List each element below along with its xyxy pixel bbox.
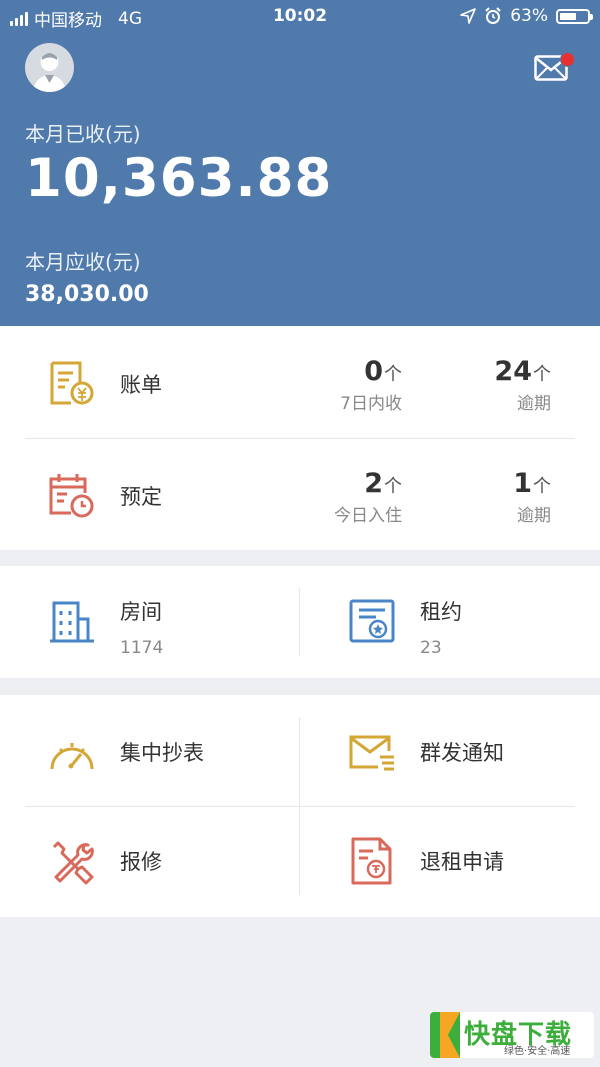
rooms-count: 1174 xyxy=(120,638,164,658)
rooms-title: 房间 xyxy=(120,600,162,624)
location-arrow-icon xyxy=(460,8,477,24)
bill-overdue-stat[interactable]: 24个 逾期 xyxy=(494,356,551,414)
booking-title: 预定 xyxy=(120,485,162,509)
alarm-icon xyxy=(485,7,501,24)
received-label: 本月已收(元) xyxy=(25,122,141,146)
gauge-icon xyxy=(50,743,94,770)
stat-value: 1 xyxy=(513,468,532,499)
checkout-request-cell[interactable]: 退租申请 xyxy=(300,806,600,917)
booking-checkin-today-stat[interactable]: 2个 今日入住 xyxy=(334,468,402,526)
bill-due-7days-stat[interactable]: 0个 7日内收 xyxy=(340,356,402,414)
stat-caption: 逾期 xyxy=(517,394,551,414)
document-stamp-icon xyxy=(351,837,392,885)
stat-caption: 7日内收 xyxy=(340,394,402,414)
meter-reading-cell[interactable]: 集中抄表 xyxy=(0,695,300,806)
status-bar: 中国移动 4G 10:02 63% xyxy=(0,0,600,34)
stat-unit: 个 xyxy=(533,364,551,385)
repair-title: 报修 xyxy=(120,850,162,874)
mass-notify-title: 群发通知 xyxy=(420,741,504,765)
user-avatar[interactable] xyxy=(25,43,74,92)
received-amount: 10,363.88 xyxy=(25,148,333,209)
stat-value: 2 xyxy=(364,468,383,499)
tools-card: 集中抄表 群发通知 报修 退租申请 xyxy=(0,695,600,917)
tools-wrench-icon xyxy=(52,841,94,885)
leases-cell[interactable]: 租约 23 xyxy=(300,566,600,677)
stat-caption: 逾期 xyxy=(517,506,551,526)
receivable-amount: 38,030.00 xyxy=(25,282,149,307)
battery-icon xyxy=(556,8,593,24)
leases-title: 租约 xyxy=(420,600,462,624)
assets-card: 房间 1174 租约 23 xyxy=(0,566,600,678)
stat-value: 0 xyxy=(364,356,383,387)
booking-row[interactable]: 预定 2个 今日入住 1个 逾期 xyxy=(0,438,600,550)
contract-seal-icon xyxy=(349,599,395,643)
meter-reading-title: 集中抄表 xyxy=(120,741,204,765)
unread-badge xyxy=(560,52,575,67)
battery-percent: 63% xyxy=(510,6,548,26)
mass-notify-cell[interactable]: 群发通知 xyxy=(300,695,600,806)
stat-unit: 个 xyxy=(384,364,402,385)
header-panel: 中国移动 4G 10:02 63% 本月已收(元) 10,363.88 本月应收… xyxy=(0,0,600,326)
bill-icon xyxy=(50,361,94,405)
stat-value: 24 xyxy=(494,356,532,387)
rooms-cell[interactable]: 房间 1174 xyxy=(0,566,300,677)
calendar-clock-icon xyxy=(49,474,94,518)
receivable-label: 本月应收(元) xyxy=(25,250,141,274)
watermark-tagline: 绿色·安全·高速 xyxy=(504,1046,571,1057)
booking-overdue-stat[interactable]: 1个 逾期 xyxy=(513,468,551,526)
stat-unit: 个 xyxy=(384,476,402,497)
bill-title: 账单 xyxy=(120,373,162,397)
avatar-person-icon xyxy=(33,53,66,92)
repair-cell[interactable]: 报修 xyxy=(0,806,300,917)
leases-count: 23 xyxy=(420,638,442,658)
stat-caption: 今日入住 xyxy=(334,506,402,526)
summary-card: 账单 0个 7日内收 24个 逾期 预定 2个 今日入住 1个 逾期 xyxy=(0,326,600,550)
site-watermark: 快盘下载 绿色·安全·高速 xyxy=(430,1012,594,1058)
building-icon xyxy=(50,601,94,643)
checkout-request-title: 退租申请 xyxy=(420,850,504,874)
bill-row[interactable]: 账单 0个 7日内收 24个 逾期 xyxy=(0,326,600,438)
stat-unit: 个 xyxy=(533,476,551,497)
envelope-lines-icon xyxy=(349,735,394,771)
